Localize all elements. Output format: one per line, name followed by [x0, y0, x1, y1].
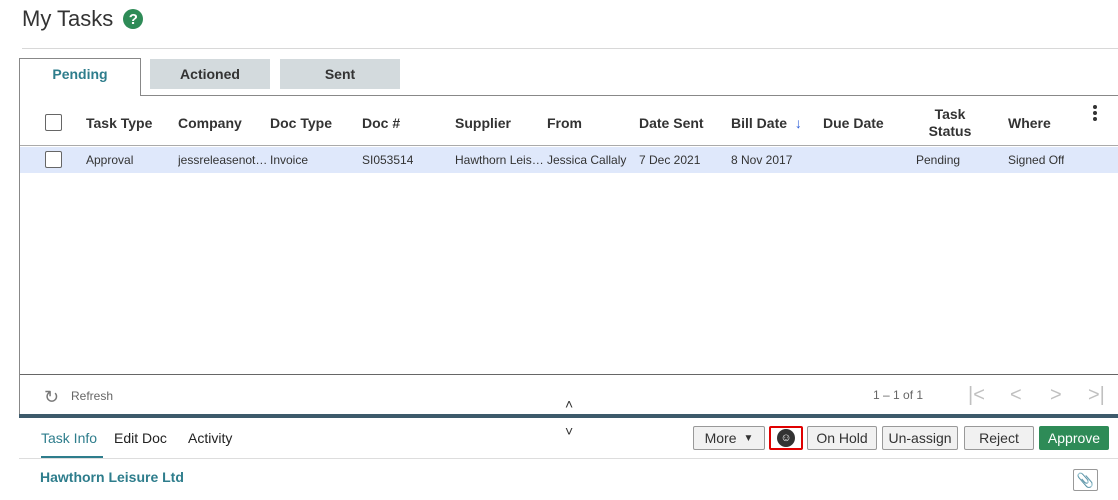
col-bill-date-label: Bill Date — [731, 115, 788, 131]
last-page-icon[interactable]: >| — [1088, 384, 1105, 407]
reject-button[interactable]: Reject — [964, 426, 1034, 450]
col-doc-type[interactable]: Doc Type — [270, 115, 332, 131]
header-divider — [22, 48, 1118, 49]
prev-page-icon[interactable]: < — [1010, 384, 1022, 407]
table-row[interactable]: Approval jessreleasenot… Invoice SI05351… — [20, 147, 1118, 173]
col-company[interactable]: Company — [178, 115, 242, 131]
col-supplier[interactable]: Supplier — [455, 115, 511, 131]
chevron-down-icon[interactable]: ˅ — [565, 423, 573, 439]
chevron-up-icon[interactable]: ˄ — [565, 396, 573, 412]
user-circle-icon: ☺ — [777, 429, 795, 447]
task-grid: Task Type Company Doc Type Doc # Supplie… — [19, 95, 1118, 415]
col-where[interactable]: Where — [1008, 115, 1051, 131]
panel-splitter[interactable] — [19, 414, 1118, 418]
grid-header: Task Type Company Doc Type Doc # Supplie… — [20, 96, 1118, 146]
cell-bill-date: 8 Nov 2017 — [731, 153, 793, 167]
pager-range: 1 – 1 of 1 — [873, 388, 924, 402]
tab-actioned[interactable]: Actioned — [150, 59, 270, 89]
cell-task-status: Pending — [916, 153, 961, 167]
tab-activity[interactable]: Activity — [188, 430, 232, 446]
column-menu-icon[interactable] — [1093, 105, 1099, 123]
cell-task-type: Approval — [86, 153, 134, 167]
approve-button[interactable]: Approve — [1039, 426, 1109, 450]
un-assign-button[interactable]: Un-assign — [882, 426, 958, 450]
row-checkbox[interactable] — [45, 151, 62, 168]
next-page-icon[interactable]: > — [1050, 384, 1062, 407]
cell-supplier: Hawthorn Leis… — [455, 153, 544, 167]
cell-company: jessreleasenot… — [178, 153, 268, 167]
supplier-name: Hawthorn Leisure Ltd — [40, 469, 184, 485]
col-doc-no[interactable]: Doc # — [362, 115, 400, 131]
col-due-date[interactable]: Due Date — [823, 115, 884, 131]
caret-down-icon: ▼ — [743, 432, 754, 444]
paperclip-icon: 📎 — [1076, 471, 1095, 488]
page-title: My Tasks — [22, 6, 114, 31]
more-label: More — [704, 430, 737, 446]
more-button[interactable]: More ▼ — [693, 426, 765, 450]
assign-user-button[interactable]: ☺ — [769, 426, 803, 450]
tab-task-info[interactable]: Task Info — [41, 430, 104, 459]
refresh-button[interactable]: Refresh — [71, 389, 113, 403]
refresh-icon[interactable]: ↻ — [44, 387, 59, 408]
page-header: My Tasks ? — [22, 6, 144, 32]
cell-doc-no: SI053514 — [362, 153, 414, 167]
detail-tabs-divider — [19, 458, 1118, 459]
col-task-type[interactable]: Task Type — [86, 115, 152, 131]
attachment-button[interactable]: 📎 — [1073, 469, 1098, 491]
col-date-sent[interactable]: Date Sent — [639, 115, 704, 131]
cell-date-sent: 7 Dec 2021 — [639, 153, 701, 167]
help-icon[interactable]: ? — [123, 9, 144, 29]
cell-where: Signed Off — [1008, 153, 1065, 167]
sort-desc-icon: ↓ — [794, 115, 802, 131]
tab-pending[interactable]: Pending — [19, 58, 141, 96]
cell-doc-type: Invoice — [270, 153, 309, 167]
select-all-checkbox[interactable] — [45, 114, 62, 131]
col-from[interactable]: From — [547, 115, 582, 131]
col-task-status[interactable]: Task Status — [910, 106, 990, 140]
on-hold-button[interactable]: On Hold — [807, 426, 877, 450]
cell-from: Jessica Callaly — [547, 153, 627, 167]
tab-edit-doc[interactable]: Edit Doc — [114, 430, 167, 446]
tab-sent[interactable]: Sent — [280, 59, 400, 89]
first-page-icon[interactable]: |< — [968, 384, 985, 407]
col-bill-date[interactable]: Bill Date ↓ — [731, 115, 802, 131]
